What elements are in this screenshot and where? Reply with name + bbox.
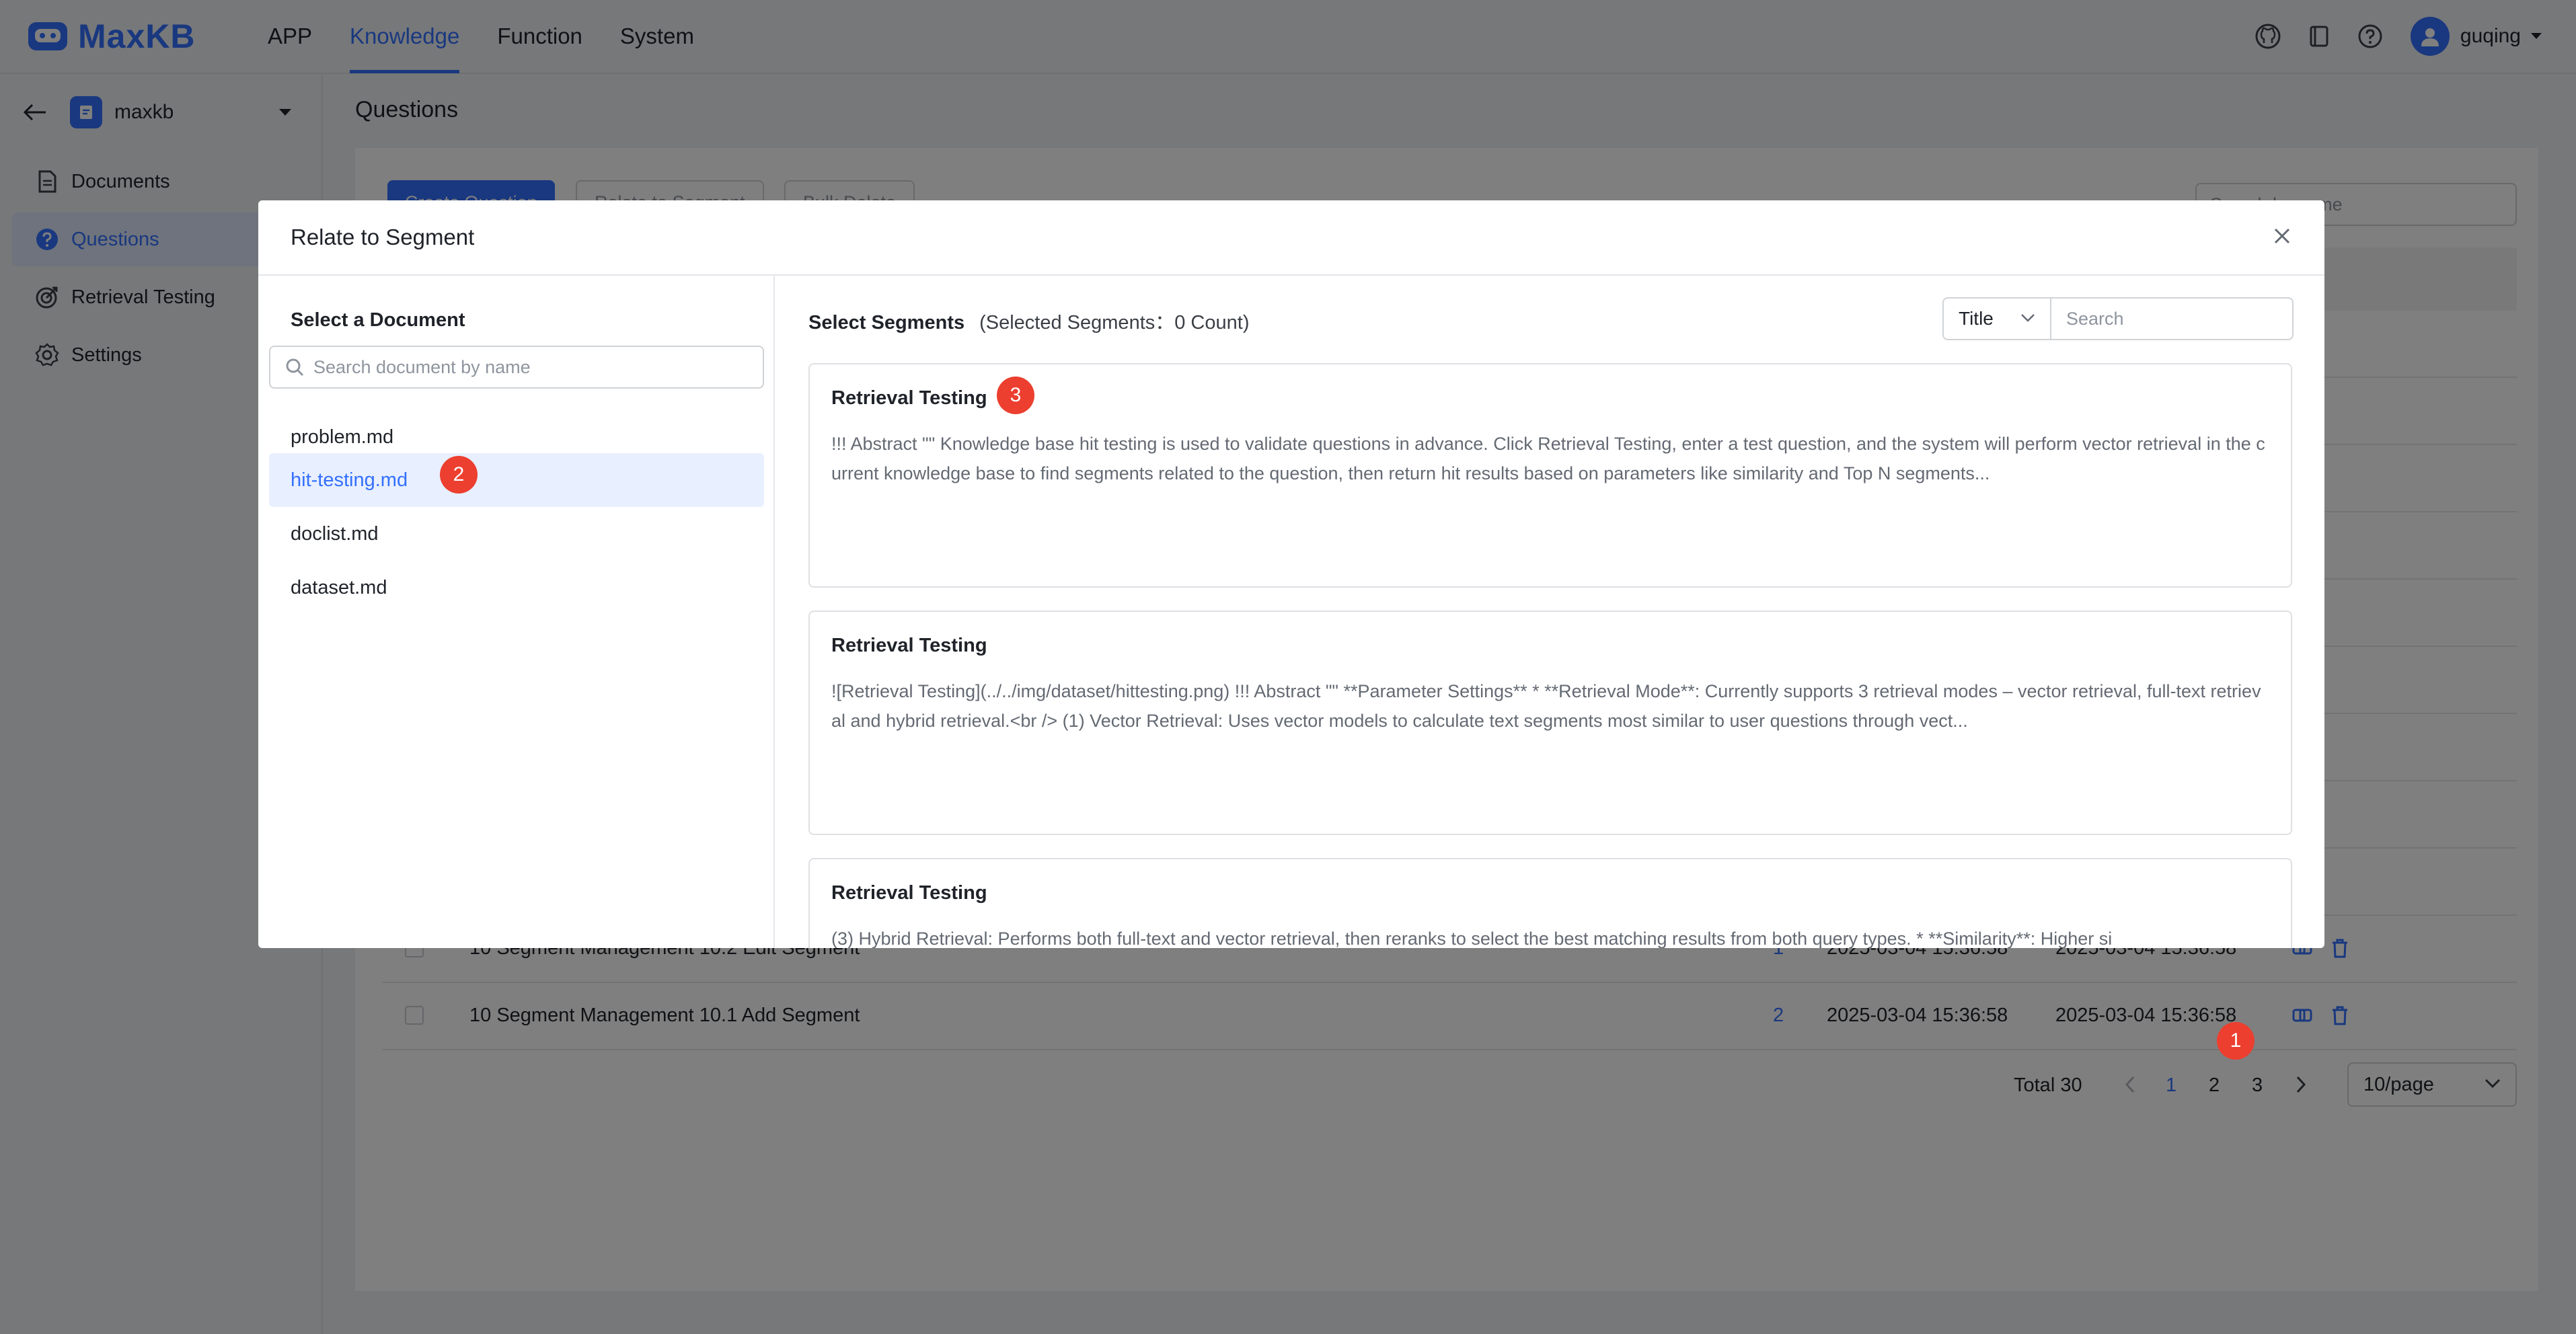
segment-title: Retrieval Testing [831, 635, 987, 656]
document-search-input[interactable]: Search document by name [269, 346, 764, 389]
document-search-placeholder: Search document by name [313, 356, 531, 377]
filter-field-select[interactable]: Title [1942, 297, 2051, 340]
segment-card[interactable]: Retrieval Testing ![Retrieval Testing](.… [808, 611, 2292, 835]
segment-panel-label: Select Segments (Selected Segments：0 Coun… [808, 307, 1249, 335]
dialog-title: Relate to Segment [291, 225, 475, 249]
filter-field-value: Title [1959, 308, 1994, 329]
segment-filter: Title Search [1942, 297, 2294, 340]
document-item[interactable]: dataset.md [269, 561, 764, 615]
chevron-down-icon [2021, 314, 2035, 322]
segment-search-placeholder: Search [2066, 308, 2124, 329]
annotation-badge: 1 [2217, 1022, 2255, 1060]
search-icon [286, 358, 304, 377]
segment-text: !!! Abstract "" Knowledge base hit testi… [831, 434, 2265, 483]
annotation-badge: 3 [997, 377, 1034, 414]
document-item[interactable]: doclist.md [269, 507, 764, 561]
segment-panel: Select Segments (Selected Segments：0 Coun… [775, 276, 2324, 948]
annotation-badge: 2 [440, 456, 478, 494]
dialog-header: Relate to Segment [258, 200, 2324, 276]
close-icon[interactable] [2272, 226, 2292, 246]
segment-search-input[interactable]: Search [2051, 297, 2294, 340]
segment-text: ![Retrieval Testing](../../img/dataset/h… [831, 681, 2261, 731]
segment-title: Retrieval Testing [831, 387, 987, 409]
document-panel: Select a Document Search document by nam… [258, 276, 775, 948]
segment-panel-title: Select Segments [808, 312, 965, 334]
segment-text: (3) Hybrid Retrieval: Performs both full… [831, 929, 2113, 948]
segment-card[interactable]: Retrieval Testing !!! Abstract "" Knowle… [808, 363, 2292, 588]
segment-card[interactable]: Retrieval Testing (3) Hybrid Retrieval: … [808, 858, 2292, 948]
relate-to-segment-dialog: Relate to Segment Select a Document Sear… [258, 200, 2324, 948]
segment-title: Retrieval Testing [831, 882, 987, 904]
document-panel-label: Select a Document [291, 309, 465, 331]
selected-count: (Selected Segments：0 Count) [979, 312, 1250, 334]
document-item-selected[interactable]: hit-testing.md [269, 453, 764, 507]
